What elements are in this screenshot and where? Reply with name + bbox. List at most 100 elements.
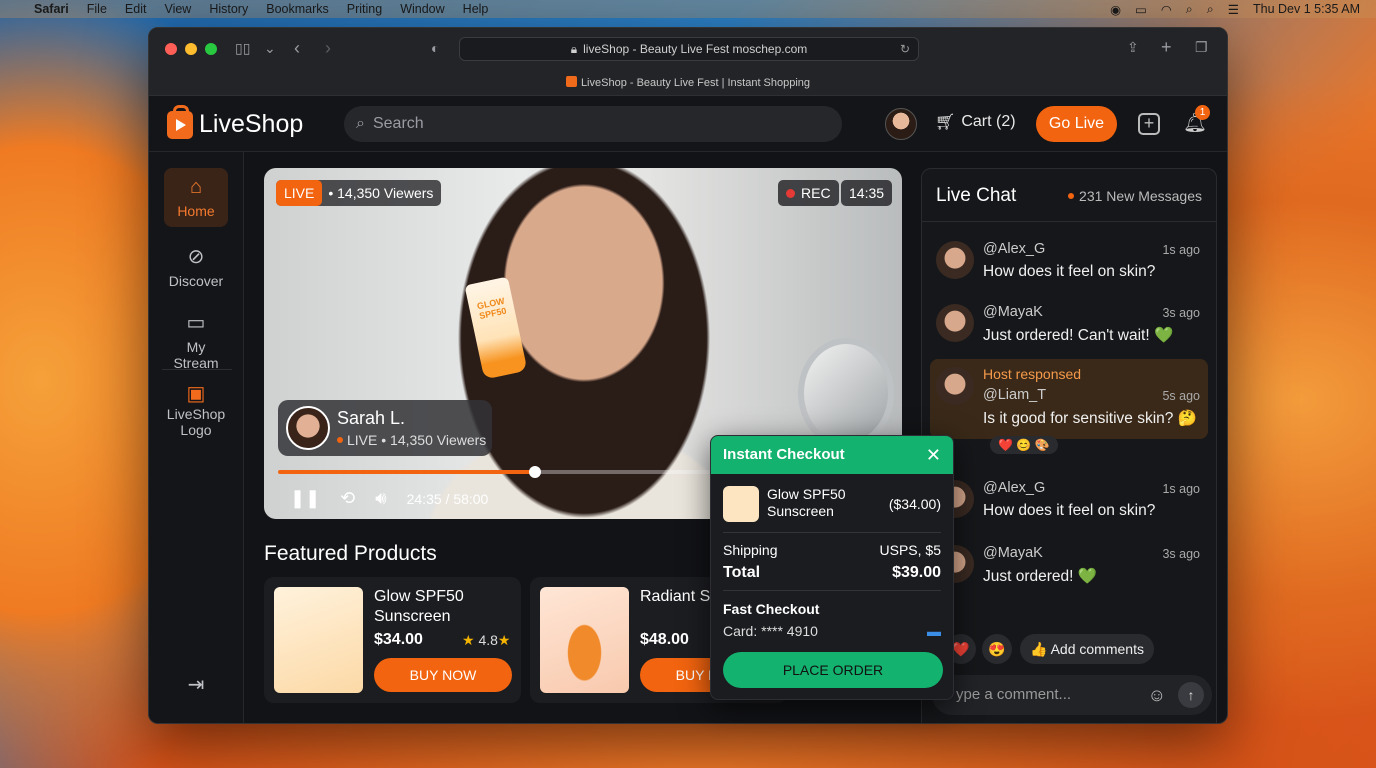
star-icon: ★ [462,632,475,648]
product-tube-image: GLOW SPF50 [464,276,528,380]
host-name: Sarah L. [337,408,406,428]
chat-message[interactable]: @Alex_G 1s ago How does it feel on skin? [930,233,1208,289]
control-center-icon[interactable]: ☰ [1228,2,1239,17]
rec-badge: REC [778,180,839,206]
menu-window[interactable]: Window [400,2,444,16]
sidebar-item-label: My Stream [173,339,219,371]
search-bar[interactable]: ⌕ [344,106,842,142]
minimize-window-button[interactable] [185,43,197,55]
chat-message[interactable]: @Alex_G 1s ago How does it feel on skin? [930,472,1208,528]
window-controls [165,43,217,55]
logo-text: LiveShop [199,110,304,138]
avatar [936,241,974,279]
chat-message[interactable]: @MayaK 3s ago Just ordered! 💚 [930,537,1208,593]
browser-window: ▯▯ ⌄ ‹ › ◐ 🔒︎ liveShop - Beauty Live Fes… [148,27,1228,724]
privacy-shield-icon[interactable]: ◐ [431,40,439,56]
comment-input[interactable]: ype a comment... ☺ ↑ [932,675,1212,715]
chat-username: @MayaK [983,545,1043,561]
sidebar-toggle-icon[interactable]: ▯▯ [235,40,250,57]
new-tab-icon[interactable]: + [1161,37,1172,58]
viewers-count: • 14,350 Viewers [328,185,434,201]
card-info[interactable]: Card: **** 4910 [723,623,941,639]
host-avatar [286,406,330,450]
menu-view[interactable]: View [164,2,191,16]
product-card[interactable]: Glow SPF50 Sunscreen $34.00 ★ 4.8★ BUY N… [264,577,521,703]
chevron-down-icon[interactable]: ⌄ [264,40,276,57]
logout-icon[interactable]: ⇥ [164,672,228,697]
send-icon[interactable]: ↑ [1178,682,1204,708]
place-order-button[interactable]: PLACE ORDER [723,652,943,688]
forward-icon[interactable]: › [325,38,331,59]
host-card[interactable]: Sarah L. LIVE • 14,350 Viewers [278,400,492,456]
chat-time: 5s ago [1162,389,1200,403]
message-reactions[interactable]: ❤️ 😊 🎨 [990,436,1058,454]
pause-icon[interactable]: ❚❚ [290,488,320,509]
menubar-clock[interactable]: Thu Dev 1 5:35 AM [1253,2,1360,16]
divider [723,532,941,533]
menu-app-name[interactable]: Safari [34,2,69,16]
featured-products-title: Featured Products [264,542,437,565]
chat-message[interactable]: @MayaK 3s ago Just ordered! Can't wait! … [930,296,1208,352]
battery-icon[interactable]: ▭ [1135,2,1147,17]
comment-placeholder: ype a comment... [956,686,1072,703]
avatar [936,304,974,342]
product-price: $34.00 [374,631,423,648]
tab-overview-icon[interactable]: ❐ [1195,39,1208,56]
volume-icon[interactable]: 🔊︎ [375,488,386,509]
siri-icon[interactable]: ⌕ [1207,2,1214,17]
checkout-product-price: ($34.00) [888,496,941,512]
tab-title: LiveShop - Beauty Live Fest | Instant Sh… [580,77,811,89]
spotlight-search-icon[interactable]: ⌕ [1186,2,1193,17]
wifi-icon[interactable]: ◠ [1161,2,1172,17]
chat-message-highlighted[interactable]: Host responsed @Liam_T 5s ago Is it good… [930,359,1208,454]
video-progress-bar[interactable] [278,466,718,478]
progress-handle[interactable] [529,466,542,478]
search-input[interactable] [372,115,773,133]
new-dot-icon [1068,193,1075,199]
credit-card-icon: ▬ [927,623,941,639]
menu-file[interactable]: File [87,2,107,16]
sidebar-item-home[interactable]: ⌂ Home [164,168,228,227]
chat-text: How does it feel on skin? [983,263,1156,280]
add-comments-button[interactable]: 👍 Add comments [1020,634,1154,664]
record-icon[interactable]: ◉ [1110,2,1121,17]
emoji-icon[interactable]: ☺ [1148,675,1166,715]
menu-printing[interactable]: Priting [347,2,382,16]
chat-divider [922,221,1216,222]
buy-now-button[interactable]: BUY NOW [374,658,512,692]
share-icon[interactable]: ⇪ [1127,39,1139,56]
address-bar[interactable]: 🔒︎ liveShop - Beauty Live Fest moschep.c… [459,37,919,61]
menu-edit[interactable]: Edit [125,2,147,16]
shipping-value[interactable]: USPS, $5 [880,542,941,558]
cart-button[interactable]: 🛒︎ Cart (2) [935,112,1016,132]
sidebar-item-my-stream[interactable]: ▭ My Stream [164,310,228,371]
close-icon[interactable]: ✕ [926,436,941,474]
menu-help[interactable]: Help [463,2,489,16]
chat-username: @Liam_T [983,387,1047,403]
liveshop-bag-icon [167,104,193,139]
rating-value: 4.8 [478,632,498,648]
heart-eyes-reaction-button[interactable]: 😍 [982,634,1012,664]
search-icon: ⌕ [356,115,365,132]
time-display: 24:35 / 58:00 [406,490,489,507]
close-window-button[interactable] [165,43,177,55]
sidebar-item-liveshop-logo[interactable]: ▣ LiveShop Logo [164,384,228,438]
url-text: liveShop - Beauty Live Fest moschep.com [583,42,808,56]
checkout-product-name: Glow SPF50 Sunscreen [767,486,846,519]
back-icon[interactable]: ‹ [294,38,300,59]
sidebar-item-discover[interactable]: ⊘ Discover [164,244,228,289]
menu-history[interactable]: History [209,2,248,16]
create-plus-icon[interactable]: + [1138,113,1160,135]
chat-time: 1s ago [1162,482,1200,496]
tab[interactable]: LiveShop - Beauty Live Fest | Instant Sh… [149,76,1227,89]
user-avatar[interactable] [885,108,917,140]
notification-bell-icon[interactable]: 🔔︎ 1 [1183,105,1210,135]
menu-bookmarks[interactable]: Bookmarks [266,2,329,16]
go-live-button[interactable]: Go Live [1036,106,1117,142]
new-messages-count[interactable]: 231 New Messages [1068,188,1202,204]
video-icon: ▭ [186,312,206,334]
reload-icon[interactable]: ↻ [900,42,910,56]
liveshop-logo[interactable]: LiveShop [167,104,304,139]
replay-icon[interactable]: ⟲ [340,488,355,509]
zoom-window-button[interactable] [205,43,217,55]
